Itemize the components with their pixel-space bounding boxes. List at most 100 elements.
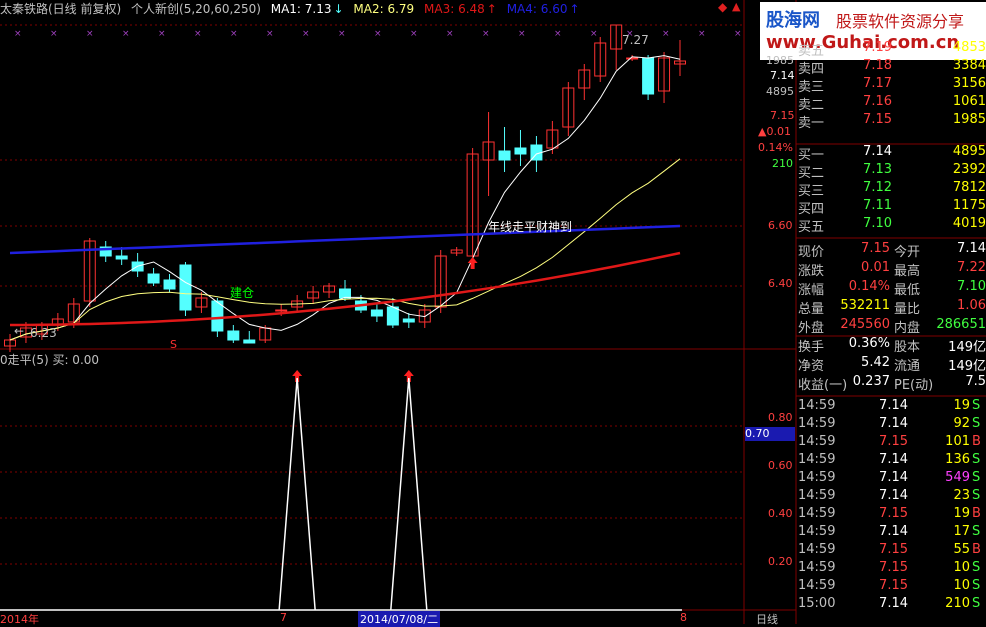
tick-volume: 10	[953, 578, 970, 593]
quote-value: 245560	[840, 317, 890, 332]
quote-value: 149亿	[948, 340, 986, 355]
ask-row[interactable]: 卖一 7.15 1985	[796, 112, 986, 131]
bid-row[interactable]: 买二 7.13 2392	[796, 162, 986, 181]
candle-body	[514, 147, 527, 155]
quote-row[interactable]: 涨跌 0.01 最高 7.22	[796, 260, 986, 279]
date-label: 7	[280, 611, 287, 624]
tick-volume: 55	[953, 542, 970, 557]
tick-price: 7.15	[879, 542, 908, 557]
price-axis-label: 6.40	[768, 277, 793, 290]
marker-x: ×	[518, 29, 526, 39]
bid-volume: 4895	[952, 144, 986, 159]
ma-layer	[9, 55, 681, 341]
quote-value: 1.06	[957, 298, 986, 313]
high-price-label: 7.27	[622, 33, 649, 47]
tick-price: 7.14	[879, 470, 908, 485]
tick-time: 14:59	[798, 470, 836, 485]
tick-row[interactable]: 14:59 7.14 19 S	[796, 398, 986, 416]
tick-time: 14:59	[798, 488, 836, 503]
tick-row[interactable]: 14:59 7.14 92 S	[796, 416, 986, 434]
ma3-arrow: ↑	[486, 2, 497, 16]
marker-x: ×	[230, 29, 238, 39]
signal-text: 年线走平财神到	[488, 220, 573, 234]
low-price-label: 6.23	[30, 326, 57, 340]
candle-body	[227, 330, 240, 341]
ma1-line	[9, 55, 681, 341]
price-axis-label: 0.14%	[758, 141, 793, 154]
bid-row[interactable]: 买四 7.11 1175	[796, 198, 986, 217]
price-axis-label: 1985	[766, 54, 794, 67]
quote-value: 5.42	[861, 355, 890, 370]
tick-volume: 10	[953, 560, 970, 575]
quote-row[interactable]: 净资 5.42 流通 149亿	[796, 355, 986, 374]
quote-row[interactable]: 涨幅 0.14% 最低 7.10	[796, 279, 986, 298]
tick-side: S	[972, 398, 981, 413]
tick-time: 14:59	[798, 560, 836, 575]
tick-time: 14:59	[798, 542, 836, 557]
tick-price: 7.14	[879, 452, 908, 467]
tick-price: 7.14	[879, 488, 908, 503]
quote-label: 内盘	[894, 321, 921, 336]
ma1-label: MA1: 7.13	[270, 2, 332, 16]
quote-row[interactable]: 收益(一) 0.237 PE(动) 7.5	[796, 374, 986, 393]
bid-row[interactable]: 买三 7.12 7812	[796, 180, 986, 199]
bid-volume: 1175	[952, 198, 986, 213]
candle-body	[147, 273, 160, 284]
tick-row[interactable]: 14:59 7.14 549 S	[796, 470, 986, 488]
date-label: 2014年	[0, 613, 39, 626]
quote-row[interactable]: 外盘 245560 内盘 286651	[796, 317, 986, 336]
tick-row[interactable]: 14:59 7.15 101 B	[796, 434, 986, 452]
scroll-up-icon[interactable]: ▲	[732, 0, 740, 13]
tick-volume: 19	[953, 506, 970, 521]
tick-side: S	[972, 488, 981, 503]
ask-row[interactable]: 卖五 7.19 4853	[796, 40, 986, 59]
indicator-axis-label: 0.80	[768, 411, 793, 424]
tick-time: 14:59	[798, 524, 836, 539]
quote-panel: 现价 7.15 今开 7.14 涨跌 0.01 最高 7.22 涨幅 0.14% 最低 7.10 总量 5…	[796, 240, 986, 395]
tick-row[interactable]: 14:59 7.15 10 S	[796, 578, 986, 596]
tick-volume: 23	[953, 488, 970, 503]
tick-volume: 101	[945, 434, 970, 449]
ask-volume: 4853	[952, 40, 986, 55]
quote-label: 现价	[798, 245, 825, 260]
bid-label: 买五	[798, 220, 825, 235]
tick-row[interactable]: 14:59 7.14 23 S	[796, 488, 986, 506]
candle-body	[370, 309, 383, 317]
tick-price: 7.14	[879, 524, 908, 539]
ask-volume: 3384	[952, 58, 986, 73]
bid-row[interactable]: 买五 7.10 4019	[796, 216, 986, 235]
ask-row[interactable]: 卖四 7.18 3384	[796, 58, 986, 77]
tick-price: 7.15	[879, 506, 908, 521]
candle-body	[498, 150, 511, 161]
quote-value: 532211	[840, 298, 890, 313]
ask-price: 7.15	[863, 112, 892, 127]
ma4-label: MA4: 6.60	[506, 2, 568, 16]
tick-row[interactable]: 14:59 7.15 19 B	[796, 506, 986, 524]
quote-value: 149亿	[948, 359, 986, 374]
price-axis-label: 210	[772, 157, 793, 170]
diamond-icon[interactable]: ◆	[718, 0, 727, 14]
tick-row[interactable]: 14:59 7.15 10 S	[796, 560, 986, 578]
bid-row[interactable]: 买一 7.14 4895	[796, 144, 986, 163]
price-axis-label: 6.60	[768, 219, 793, 232]
tick-row[interactable]: 14:59 7.15 55 B	[796, 542, 986, 560]
ma4-line	[9, 224, 681, 255]
tick-row[interactable]: 15:00 7.14 210 S	[796, 596, 986, 614]
tick-price: 7.14	[879, 416, 908, 431]
quote-value: 7.5	[965, 374, 986, 389]
quote-row[interactable]: 总量 532211 量比 1.06	[796, 298, 986, 317]
tick-side: B	[972, 506, 981, 521]
quote-label: 换手	[798, 340, 825, 355]
ask-label: 卖二	[798, 98, 825, 113]
tick-row[interactable]: 14:59 7.14 17 S	[796, 524, 986, 542]
quote-row[interactable]: 现价 7.15 今开 7.14	[796, 241, 986, 260]
period-label[interactable]: 日线	[756, 611, 778, 627]
ask-price: 7.17	[863, 76, 892, 91]
ask-row[interactable]: 卖三 7.17 3156	[796, 76, 986, 95]
ask-row[interactable]: 卖二 7.16 1061	[796, 94, 986, 113]
quote-row[interactable]: 换手 0.36% 股本 149亿	[796, 336, 986, 355]
quote-value: 0.237	[852, 374, 890, 389]
indicator-line	[278, 377, 428, 611]
tick-row[interactable]: 14:59 7.14 136 S	[796, 452, 986, 470]
marker-x: ×	[194, 29, 202, 39]
